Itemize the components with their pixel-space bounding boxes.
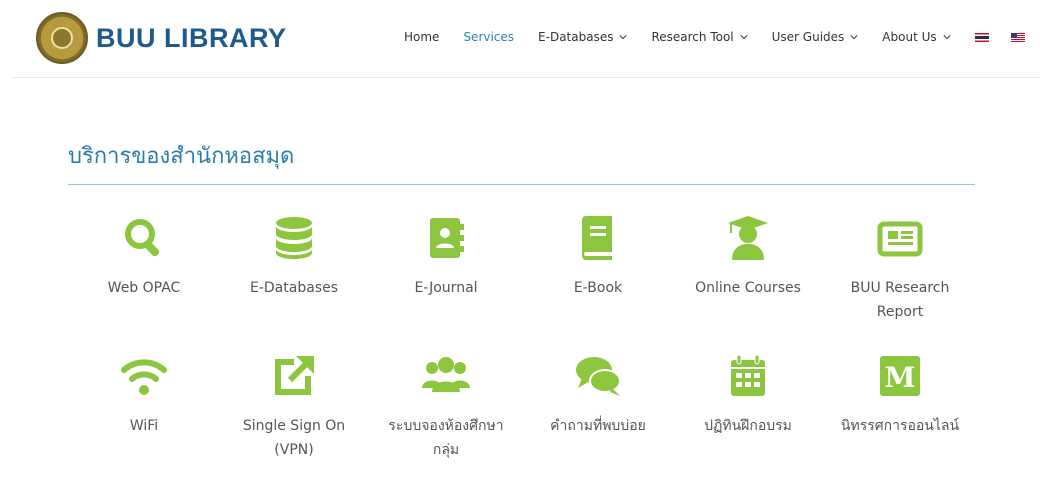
nav-services[interactable]: Services <box>463 30 514 44</box>
svg-text:M: M <box>885 361 916 394</box>
us-flag-icon[interactable] <box>1010 32 1025 42</box>
database-icon <box>276 217 312 259</box>
service-label: E-Databases <box>250 280 338 296</box>
service-wifi[interactable]: WiFi <box>74 352 214 438</box>
address-book-icon <box>430 218 464 258</box>
header-divider <box>12 77 1040 78</box>
service-e-databases[interactable]: E-Databases <box>224 214 364 300</box>
service-label: Online Courses <box>695 280 801 296</box>
main-nav: Home Services E-Databases Research Tool … <box>404 30 1040 44</box>
service-buu-research-report[interactable]: BUU Research Report <box>830 214 970 324</box>
nav-user-guides[interactable]: User Guides <box>772 30 859 44</box>
comments-icon <box>576 357 621 396</box>
users-icon <box>422 357 470 392</box>
service-single-sign-on[interactable]: Single Sign On (VPN) <box>224 352 364 462</box>
nav-about-label: About Us <box>882 30 937 44</box>
brand-logo[interactable]: BUU LIBRARY <box>36 12 287 64</box>
nav-guides-label: User Guides <box>771 30 845 44</box>
service-label: ระบบจองห้องศึกษากลุ่ม <box>388 418 504 458</box>
wifi-icon <box>121 359 167 395</box>
brand-name: BUU LIBRARY <box>96 22 287 53</box>
service-online-courses[interactable]: Online Courses <box>678 214 818 300</box>
chevron-down-icon <box>943 35 951 40</box>
section-divider <box>68 184 975 185</box>
book-icon <box>582 216 612 260</box>
section-title: บริการของสำนักหอสมุด <box>68 144 295 169</box>
service-label: E-Book <box>573 280 623 296</box>
chevron-down-icon <box>740 35 748 40</box>
service-online-exhibition[interactable]: M นิทรรศการออนไลน์ <box>830 352 970 438</box>
search-icon <box>125 219 160 257</box>
service-room-booking[interactable]: ระบบจองห้องศึกษากลุ่ม <box>376 352 516 462</box>
service-label: Web OPAC <box>107 280 181 296</box>
service-label: ปฏิทินฝึกอบรม <box>704 418 792 434</box>
calendar-icon <box>731 354 765 396</box>
site-header: BUU LIBRARY Home Services E-Databases Re… <box>0 0 1040 78</box>
service-e-book[interactable]: E-Book <box>528 214 668 300</box>
service-label: E-Journal <box>414 280 478 296</box>
nav-home-label: Home <box>404 30 440 44</box>
service-label: Single Sign On (VPN) <box>242 418 346 458</box>
service-label: WiFi <box>129 418 159 434</box>
nav-about-us[interactable]: About Us <box>882 30 951 44</box>
service-label: คำถามที่พบบ่อย <box>550 418 646 434</box>
medium-icon: M <box>880 356 920 396</box>
nav-databases-label: E-Databases <box>538 30 614 44</box>
service-faq[interactable]: คำถามที่พบบ่อย <box>528 352 668 438</box>
chevron-down-icon <box>850 35 858 40</box>
external-link-icon <box>275 356 314 395</box>
service-training-calendar[interactable]: ปฏิทินฝึกอบรม <box>678 352 818 438</box>
university-seal <box>36 12 88 64</box>
newspaper-icon <box>877 221 923 257</box>
thai-flag-icon[interactable] <box>974 32 989 42</box>
nav-research-label: Research Tool <box>651 30 734 44</box>
service-label: นิทรรศการออนไลน์ <box>840 418 960 434</box>
nav-research-tool[interactable]: Research Tool <box>651 30 748 44</box>
service-label: BUU Research Report <box>850 280 950 320</box>
nav-databases[interactable]: E-Databases <box>538 30 628 44</box>
service-web-opac[interactable]: Web OPAC <box>74 214 214 300</box>
chevron-down-icon <box>619 35 628 40</box>
nav-home[interactable]: Home <box>404 30 439 44</box>
graduate-icon <box>728 216 768 260</box>
service-e-journal[interactable]: E-Journal <box>376 214 516 300</box>
nav-services-label: Services <box>463 30 515 44</box>
